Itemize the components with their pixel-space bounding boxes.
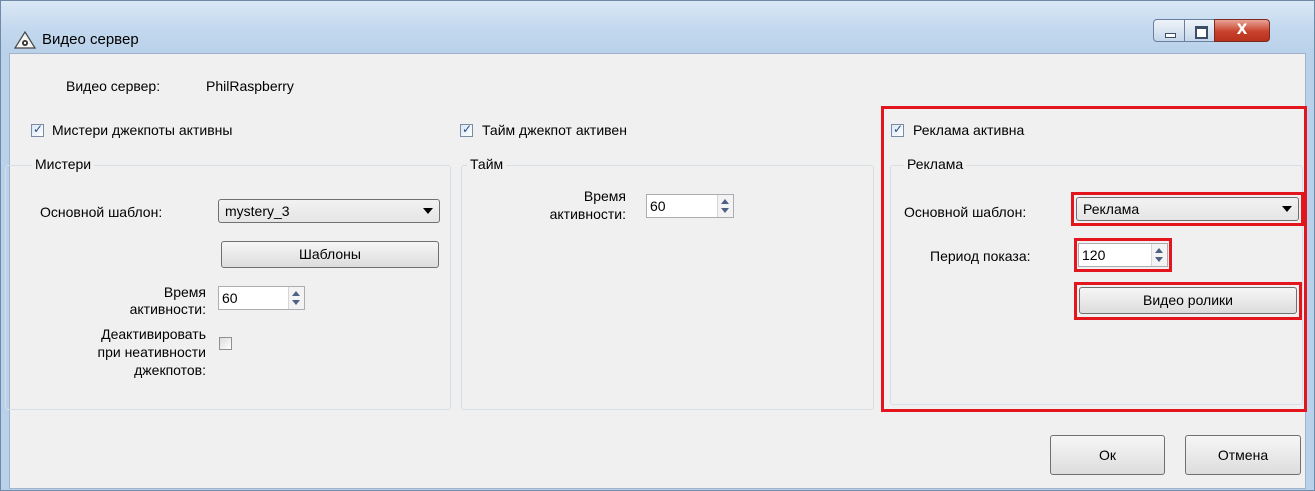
time-active-time-label-line2: активности: <box>549 206 626 222</box>
mystery-group-title: Мистери <box>32 156 95 172</box>
mystery-template-value: mystery_3 <box>225 203 290 219</box>
window-title: Видео сервер <box>42 31 139 48</box>
deactivate-label-line2: при неативности <box>97 344 207 360</box>
spinner-up-icon[interactable] <box>292 291 300 296</box>
time-active-time-label-line1: Время <box>583 188 626 204</box>
mystery-active-checkbox[interactable] <box>31 122 44 137</box>
spinner-down-icon[interactable] <box>721 208 729 213</box>
ads-period-value: 120 <box>1082 247 1106 263</box>
ads-group-title: Реклама <box>904 156 967 172</box>
ads-period-spinner[interactable]: 120 <box>1078 243 1168 267</box>
spinner-up-icon[interactable] <box>721 199 729 204</box>
spinner-buttons[interactable] <box>717 195 733 217</box>
deactivate-label-line3: джекпотов: <box>134 362 206 378</box>
mystery-active-time-spinner[interactable]: 60 <box>218 286 305 310</box>
time-active-time-spinner[interactable]: 60 <box>646 194 734 218</box>
title-bar[interactable]: Видео сервер X <box>1 1 1314 53</box>
ads-template-select[interactable]: Реклама <box>1076 197 1299 221</box>
cancel-button[interactable]: Отмена <box>1185 435 1301 475</box>
ads-period-label: Период показа: <box>930 248 1031 264</box>
window: Видео сервер X Видео сервер: PhilRaspber… <box>0 0 1315 491</box>
app-icon <box>14 31 36 49</box>
mystery-active-time-label-line1: Время <box>163 284 206 300</box>
time-active-time-value: 60 <box>650 198 666 214</box>
deactivate-label-line1: Деактивировать <box>101 326 206 342</box>
ok-button[interactable]: Ок <box>1050 435 1165 475</box>
maximize-button[interactable] <box>1184 19 1215 42</box>
ads-active-checkbox[interactable] <box>891 122 904 137</box>
videos-button[interactable]: Видео ролики <box>1079 287 1297 314</box>
mystery-template-select[interactable]: mystery_3 <box>218 199 440 223</box>
spinner-up-icon[interactable] <box>1155 248 1163 253</box>
mystery-active-time-value: 60 <box>222 290 238 306</box>
ads-active-label[interactable]: Реклама активна <box>913 122 1024 138</box>
ads-template-label: Основной шаблон: <box>904 204 1027 220</box>
spinner-down-icon[interactable] <box>1155 257 1163 262</box>
time-active-label[interactable]: Тайм джекпот активен <box>482 122 627 138</box>
close-button[interactable]: X <box>1214 19 1270 42</box>
chevron-down-icon <box>1282 206 1292 212</box>
server-label: Видео сервер: <box>66 78 161 94</box>
close-icon: X <box>1236 22 1248 38</box>
mystery-template-label: Основной шаблон: <box>40 204 163 220</box>
mystery-active-label[interactable]: Мистери джекпоты активны <box>52 122 232 138</box>
templates-button[interactable]: Шаблоны <box>221 241 439 268</box>
time-group-title: Тайм <box>467 156 507 172</box>
chevron-down-icon <box>423 208 433 214</box>
spinner-buttons[interactable] <box>1151 244 1167 266</box>
dialog-body: Видео сервер: PhilRaspberry Мистери джек… <box>5 53 1307 489</box>
deactivate-checkbox[interactable] <box>219 337 232 350</box>
spinner-down-icon[interactable] <box>292 300 300 305</box>
ads-template-value: Реклама <box>1083 201 1140 217</box>
time-active-checkbox[interactable] <box>460 122 473 137</box>
server-name: PhilRaspberry <box>206 78 294 94</box>
minimize-button[interactable] <box>1153 19 1185 42</box>
mystery-active-time-label-line2: активности: <box>129 301 206 317</box>
spinner-buttons[interactable] <box>288 287 304 309</box>
